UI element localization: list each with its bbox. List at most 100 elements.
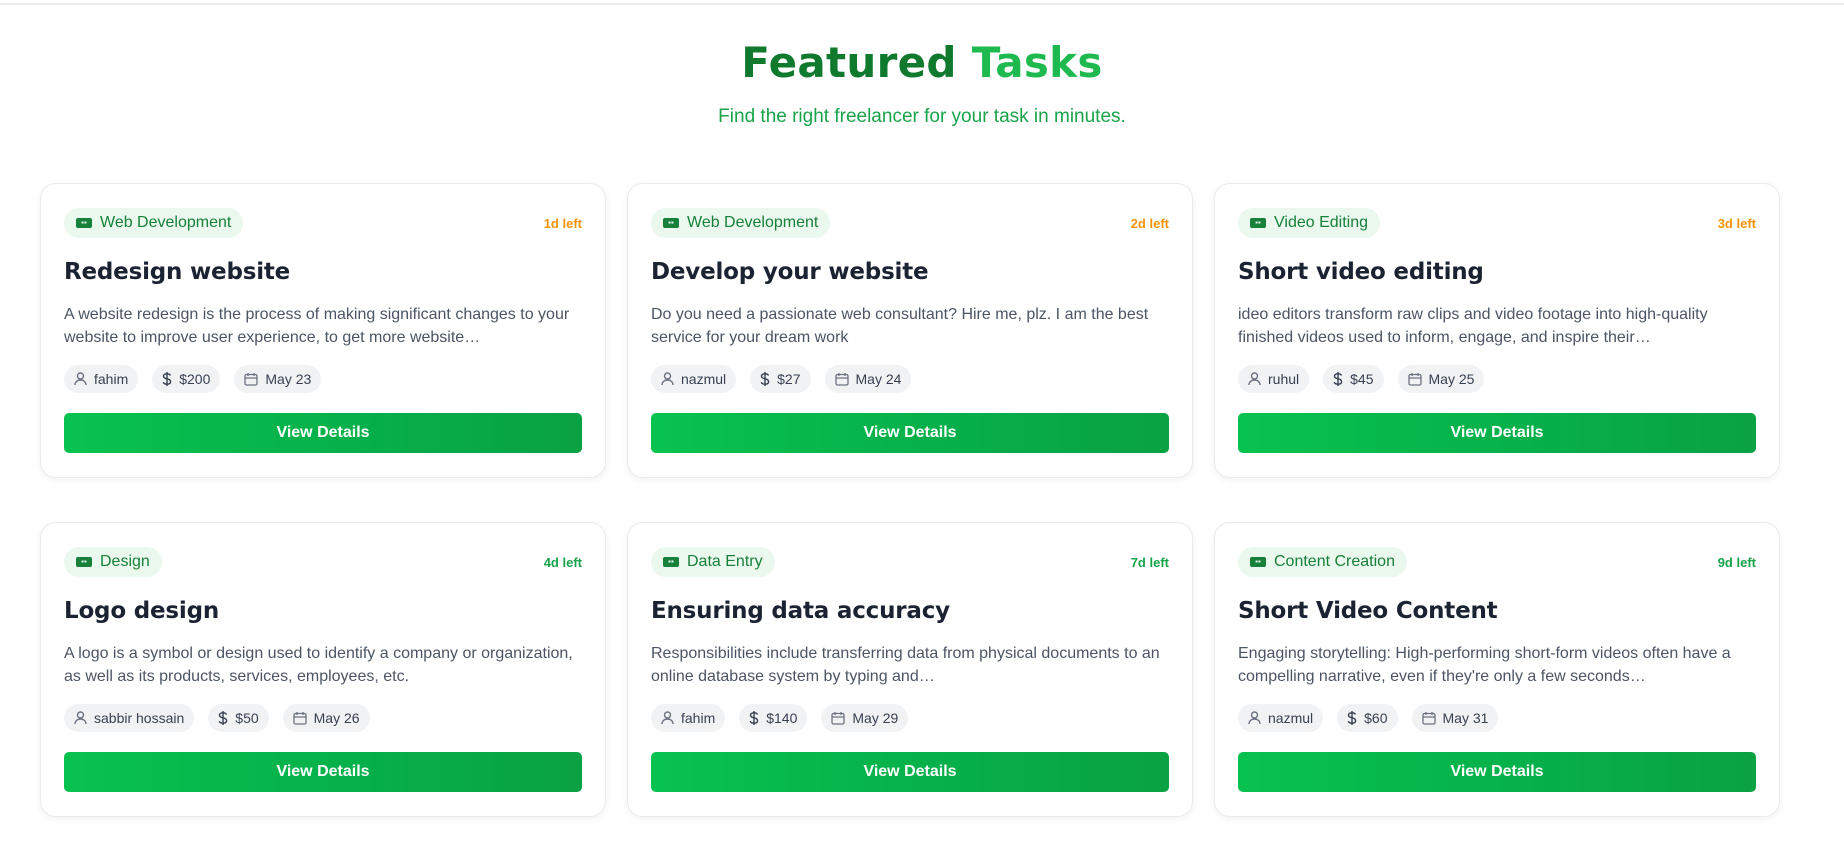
budget-chip: $27 — [750, 365, 811, 393]
poster-chip: fahim — [64, 365, 139, 393]
calendar-icon — [1407, 373, 1422, 386]
poster-name: ruhul — [1268, 371, 1300, 387]
calendar-icon — [834, 373, 849, 386]
task-title: Logo design — [64, 598, 220, 624]
task-meta: fahim $200 May 23 — [64, 365, 582, 393]
task-description: A logo is a symbol or design used to ide… — [64, 645, 573, 685]
deadline-badge: 7d left — [1130, 554, 1169, 570]
view-details-button[interactable]: View Details — [64, 752, 582, 792]
card-header: ▪▪ Data Entry 7d left — [651, 547, 1169, 577]
view-details-button[interactable]: View Details — [1238, 413, 1756, 453]
task-description: Engaging storytelling: High-performing s… — [1238, 645, 1731, 685]
budget-amount: $200 — [179, 371, 211, 387]
category-label: Design — [100, 553, 150, 570]
date-chip: May 25 — [1397, 365, 1485, 393]
category-badge: ▪▪ Video Editing — [1238, 208, 1380, 238]
task-description: Do you need a passionate web consultant?… — [651, 306, 1149, 346]
due-date: May 26 — [313, 710, 360, 726]
user-icon — [74, 372, 87, 386]
poster-name: fahim — [681, 710, 716, 726]
category-badge: ▪▪ Design — [64, 547, 162, 577]
date-chip: May 24 — [824, 365, 912, 393]
poster-name: nazmul — [1268, 710, 1314, 726]
card-header: ▪▪ Web Development 1d left — [64, 208, 582, 238]
task-meta: sabbir hossain $50 May 26 — [64, 704, 582, 732]
poster-name: sabbir hossain — [94, 710, 185, 726]
task-meta: nazmul $60 May 31 — [1238, 704, 1756, 732]
budget-amount: $45 — [1350, 371, 1374, 387]
task-description: A website redesign is the process of mak… — [64, 306, 570, 346]
budget-chip: $60 — [1337, 704, 1398, 732]
title-part-featured: Featured — [741, 38, 957, 87]
deadline-badge: 4d left — [543, 554, 582, 570]
task-title: Ensuring data accuracy — [651, 598, 950, 624]
user-icon — [74, 711, 87, 725]
task-meta: ruhul $45 May 25 — [1238, 365, 1756, 393]
category-badge: ▪▪ Content Creation — [1238, 547, 1407, 577]
task-title: Short Video Content — [1238, 598, 1498, 624]
poster-chip: sabbir hossain — [64, 704, 195, 732]
due-date: May 31 — [1442, 710, 1489, 726]
poster-name: fahim — [94, 371, 129, 387]
task-card: ▪▪ Data Entry 7d left Ensuring data accu… — [627, 522, 1193, 817]
section-header: Featured Tasks Find the right freelancer… — [0, 38, 1844, 128]
section-subtitle: Find the right freelancer for your task … — [718, 106, 1126, 127]
deadline-badge: 2d left — [1130, 215, 1169, 231]
poster-chip: ruhul — [1238, 365, 1310, 393]
due-date: May 24 — [855, 371, 902, 387]
dollar-icon — [1333, 372, 1343, 386]
view-details-button[interactable]: View Details — [651, 413, 1169, 453]
budget-chip: $50 — [208, 704, 269, 732]
deadline-badge: 1d left — [543, 215, 582, 231]
category-label: Web Development — [687, 214, 819, 231]
category-label: Data Entry — [687, 553, 763, 570]
budget-amount: $50 — [235, 710, 259, 726]
calendar-icon — [831, 712, 846, 725]
task-meta: nazmul $27 May 24 — [651, 365, 1169, 393]
deadline-badge: 9d left — [1717, 554, 1756, 570]
budget-amount: $140 — [766, 710, 798, 726]
date-chip: May 29 — [821, 704, 909, 732]
poster-name: nazmul — [681, 371, 727, 387]
card-header: ▪▪ Video Editing 3d left — [1238, 208, 1756, 238]
date-chip: May 31 — [1411, 704, 1499, 732]
dollar-icon — [162, 372, 172, 386]
task-card: ▪▪ Web Development 1d left Redesign webs… — [40, 183, 606, 478]
due-date: May 25 — [1428, 371, 1475, 387]
task-grid: ▪▪ Web Development 1d left Redesign webs… — [40, 183, 1780, 817]
poster-chip: fahim — [651, 704, 726, 732]
category-label: Web Development — [100, 214, 232, 231]
category-icon: ▪▪ — [76, 557, 92, 567]
user-icon — [1248, 372, 1261, 386]
dollar-icon — [749, 711, 759, 725]
dollar-icon — [760, 372, 770, 386]
budget-chip: $200 — [152, 365, 221, 393]
budget-chip: $140 — [739, 704, 808, 732]
task-card: ▪▪ Web Development 2d left Develop your … — [627, 183, 1193, 478]
category-icon: ▪▪ — [663, 218, 679, 228]
task-title: Redesign website — [64, 259, 291, 285]
task-title: Short video editing — [1238, 259, 1484, 285]
calendar-icon — [244, 373, 259, 386]
budget-amount: $60 — [1364, 710, 1388, 726]
header-divider — [0, 3, 1844, 5]
task-title: Develop your website — [651, 259, 929, 285]
category-icon: ▪▪ — [76, 218, 92, 228]
deadline-badge: 3d left — [1717, 215, 1756, 231]
date-chip: May 23 — [234, 365, 322, 393]
calendar-icon — [292, 712, 307, 725]
category-icon: ▪▪ — [1250, 218, 1266, 228]
category-badge: ▪▪ Data Entry — [651, 547, 775, 577]
view-details-button[interactable]: View Details — [651, 752, 1169, 792]
category-icon: ▪▪ — [1250, 557, 1266, 567]
calendar-icon — [1421, 712, 1436, 725]
title-part-tasks: Tasks — [971, 38, 1103, 87]
card-header: ▪▪ Web Development 2d left — [651, 208, 1169, 238]
due-date: May 29 — [852, 710, 899, 726]
view-details-button[interactable]: View Details — [1238, 752, 1756, 792]
category-label: Video Editing — [1274, 214, 1368, 231]
task-card: ▪▪ Video Editing 3d left Short video edi… — [1214, 183, 1780, 478]
view-details-button[interactable]: View Details — [64, 413, 582, 453]
user-icon — [661, 711, 674, 725]
category-icon: ▪▪ — [663, 557, 679, 567]
